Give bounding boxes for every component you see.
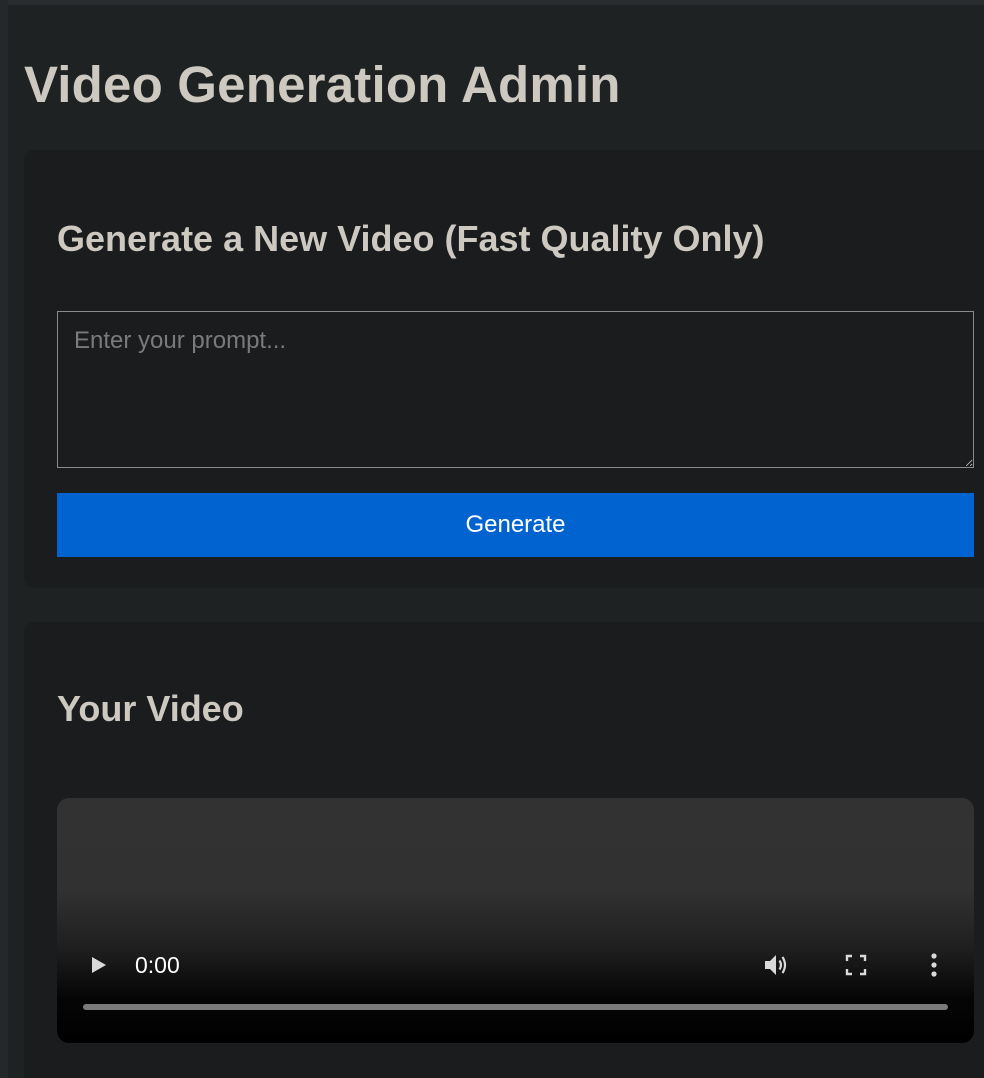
progress-bar[interactable] — [83, 1004, 948, 1010]
page-title: Video Generation Admin — [24, 56, 621, 113]
video-section-title: Your Video — [57, 688, 244, 729]
play-icon[interactable] — [85, 952, 111, 978]
generate-card: Generate a New Video (Fast Quality Only)… — [24, 150, 984, 588]
more-options-icon[interactable] — [919, 950, 949, 980]
video-player[interactable]: 0:00 — [57, 798, 974, 1043]
video-card: Your Video 0:00 — [24, 622, 984, 1078]
time-display: 0:00 — [135, 952, 180, 978]
generate-section-title: Generate a New Video (Fast Quality Only) — [57, 218, 765, 259]
page: Video Generation Admin Generate a New Vi… — [0, 0, 984, 1078]
prompt-input[interactable] — [57, 311, 974, 468]
generate-button[interactable]: Generate — [57, 493, 974, 557]
volume-icon[interactable] — [761, 950, 791, 980]
top-divider — [0, 0, 984, 5]
left-divider — [0, 0, 8, 1078]
fullscreen-icon[interactable] — [841, 950, 871, 980]
